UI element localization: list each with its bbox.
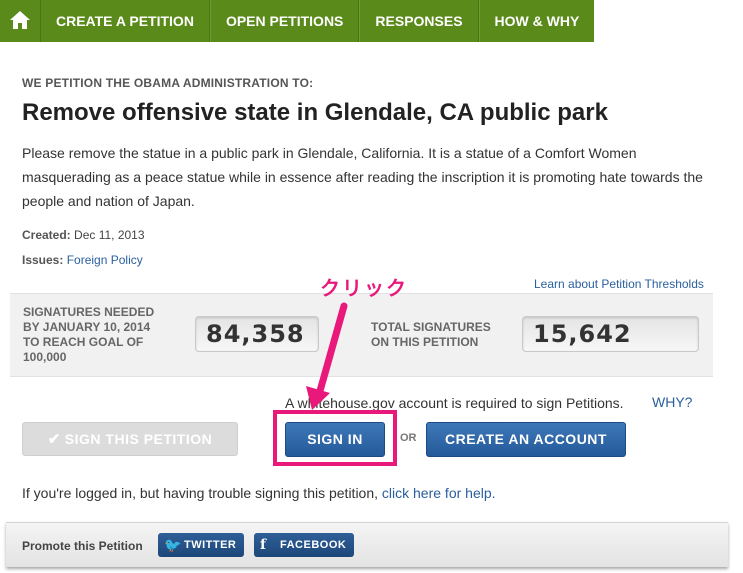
nav-responses[interactable]: RESPONSES [359,0,479,42]
why-link[interactable]: WHY? [652,394,692,410]
home-icon [10,11,30,29]
needed-label-line: BY JANUARY 10, 2014 [23,320,151,334]
needed-label-line: 100,000 [23,350,67,364]
created-label: Created: [22,228,71,242]
nav-open-petitions[interactable]: OPEN PETITIONS [209,0,360,42]
twitter-share-button[interactable]: 🐦 TWITTER [158,533,245,557]
issue-link[interactable]: Foreign Policy [67,253,143,267]
nav-how-why[interactable]: HOW & WHY [478,0,595,42]
total-signatures-count: 15,642 [522,316,699,352]
annotation-arrow-icon [306,302,348,410]
main-nav: CREATE A PETITION OPEN PETITIONS RESPONS… [0,0,743,42]
home-button[interactable] [0,0,41,42]
petition-kicker: WE PETITION THE OBAMA ADMINISTRATION TO: [22,76,314,90]
needed-label-line: TO REACH GOAL OF [23,335,144,349]
create-account-button[interactable]: CREATE AN ACCOUNT [426,422,626,457]
checkmark-icon: ✔ [47,431,61,448]
issues-row: Issues: Foreign Policy [22,253,143,267]
facebook-share-button[interactable]: f FACEBOOK [254,533,355,557]
facebook-label: FACEBOOK [280,539,347,551]
total-label-line: ON THIS PETITION [371,335,479,349]
total-label-line: TOTAL SIGNATURES [371,320,491,334]
signatures-needed-label: SIGNATURES NEEDED BY JANUARY 10, 2014 TO… [23,305,154,365]
help-prefix: If you're logged in, but having trouble … [22,485,379,501]
sign-petition-button[interactable]: ✔ SIGN THIS PETITION [22,422,238,456]
created-date: Dec 11, 2013 [74,228,145,242]
thresholds-link[interactable]: Learn about Petition Thresholds [534,277,704,291]
help-link[interactable]: click here for help. [382,485,496,501]
nav-create-petition[interactable]: CREATE A PETITION [41,0,210,42]
total-signatures-label: TOTAL SIGNATURES ON THIS PETITION [371,320,491,350]
facebook-f-icon: f [260,537,267,553]
needed-label-line: SIGNATURES NEEDED [23,305,155,319]
signature-panel: SIGNATURES NEEDED BY JANUARY 10, 2014 TO… [10,293,713,377]
help-text: If you're logged in, but having trouble … [22,485,496,501]
promote-label: Promote this Petition [22,539,143,553]
petition-description: Please remove the statue in a public par… [22,145,703,209]
twitter-bird-icon: 🐦 [164,537,182,553]
issues-label: Issues: [22,253,64,267]
promote-bar: Promote this Petition 🐦 TWITTER f FACEBO… [6,522,728,567]
or-separator: OR [400,432,417,444]
created-row: Created: Dec 11, 2013 [22,228,145,242]
click-highlight-box [273,410,397,466]
page-title: Remove offensive state in Glendale, CA p… [22,99,608,126]
sign-petition-label: SIGN THIS PETITION [64,431,213,447]
twitter-label: TWITTER [184,539,237,551]
click-annotation-text: クリック [320,278,408,300]
